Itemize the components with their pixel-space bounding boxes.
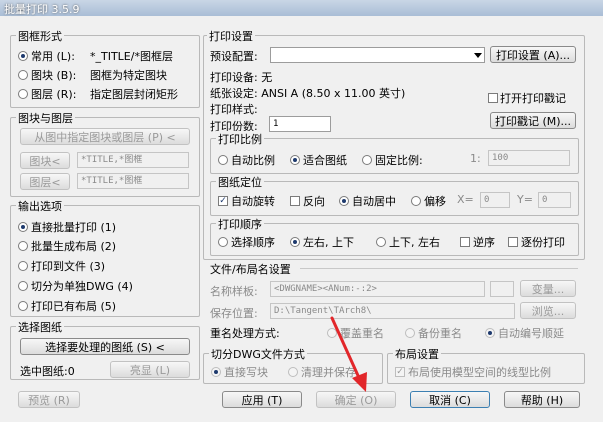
annotation-arrow-icon xyxy=(330,316,367,392)
annotation-arrow-head xyxy=(352,372,367,392)
annotation-arrow-shaft xyxy=(330,316,362,382)
